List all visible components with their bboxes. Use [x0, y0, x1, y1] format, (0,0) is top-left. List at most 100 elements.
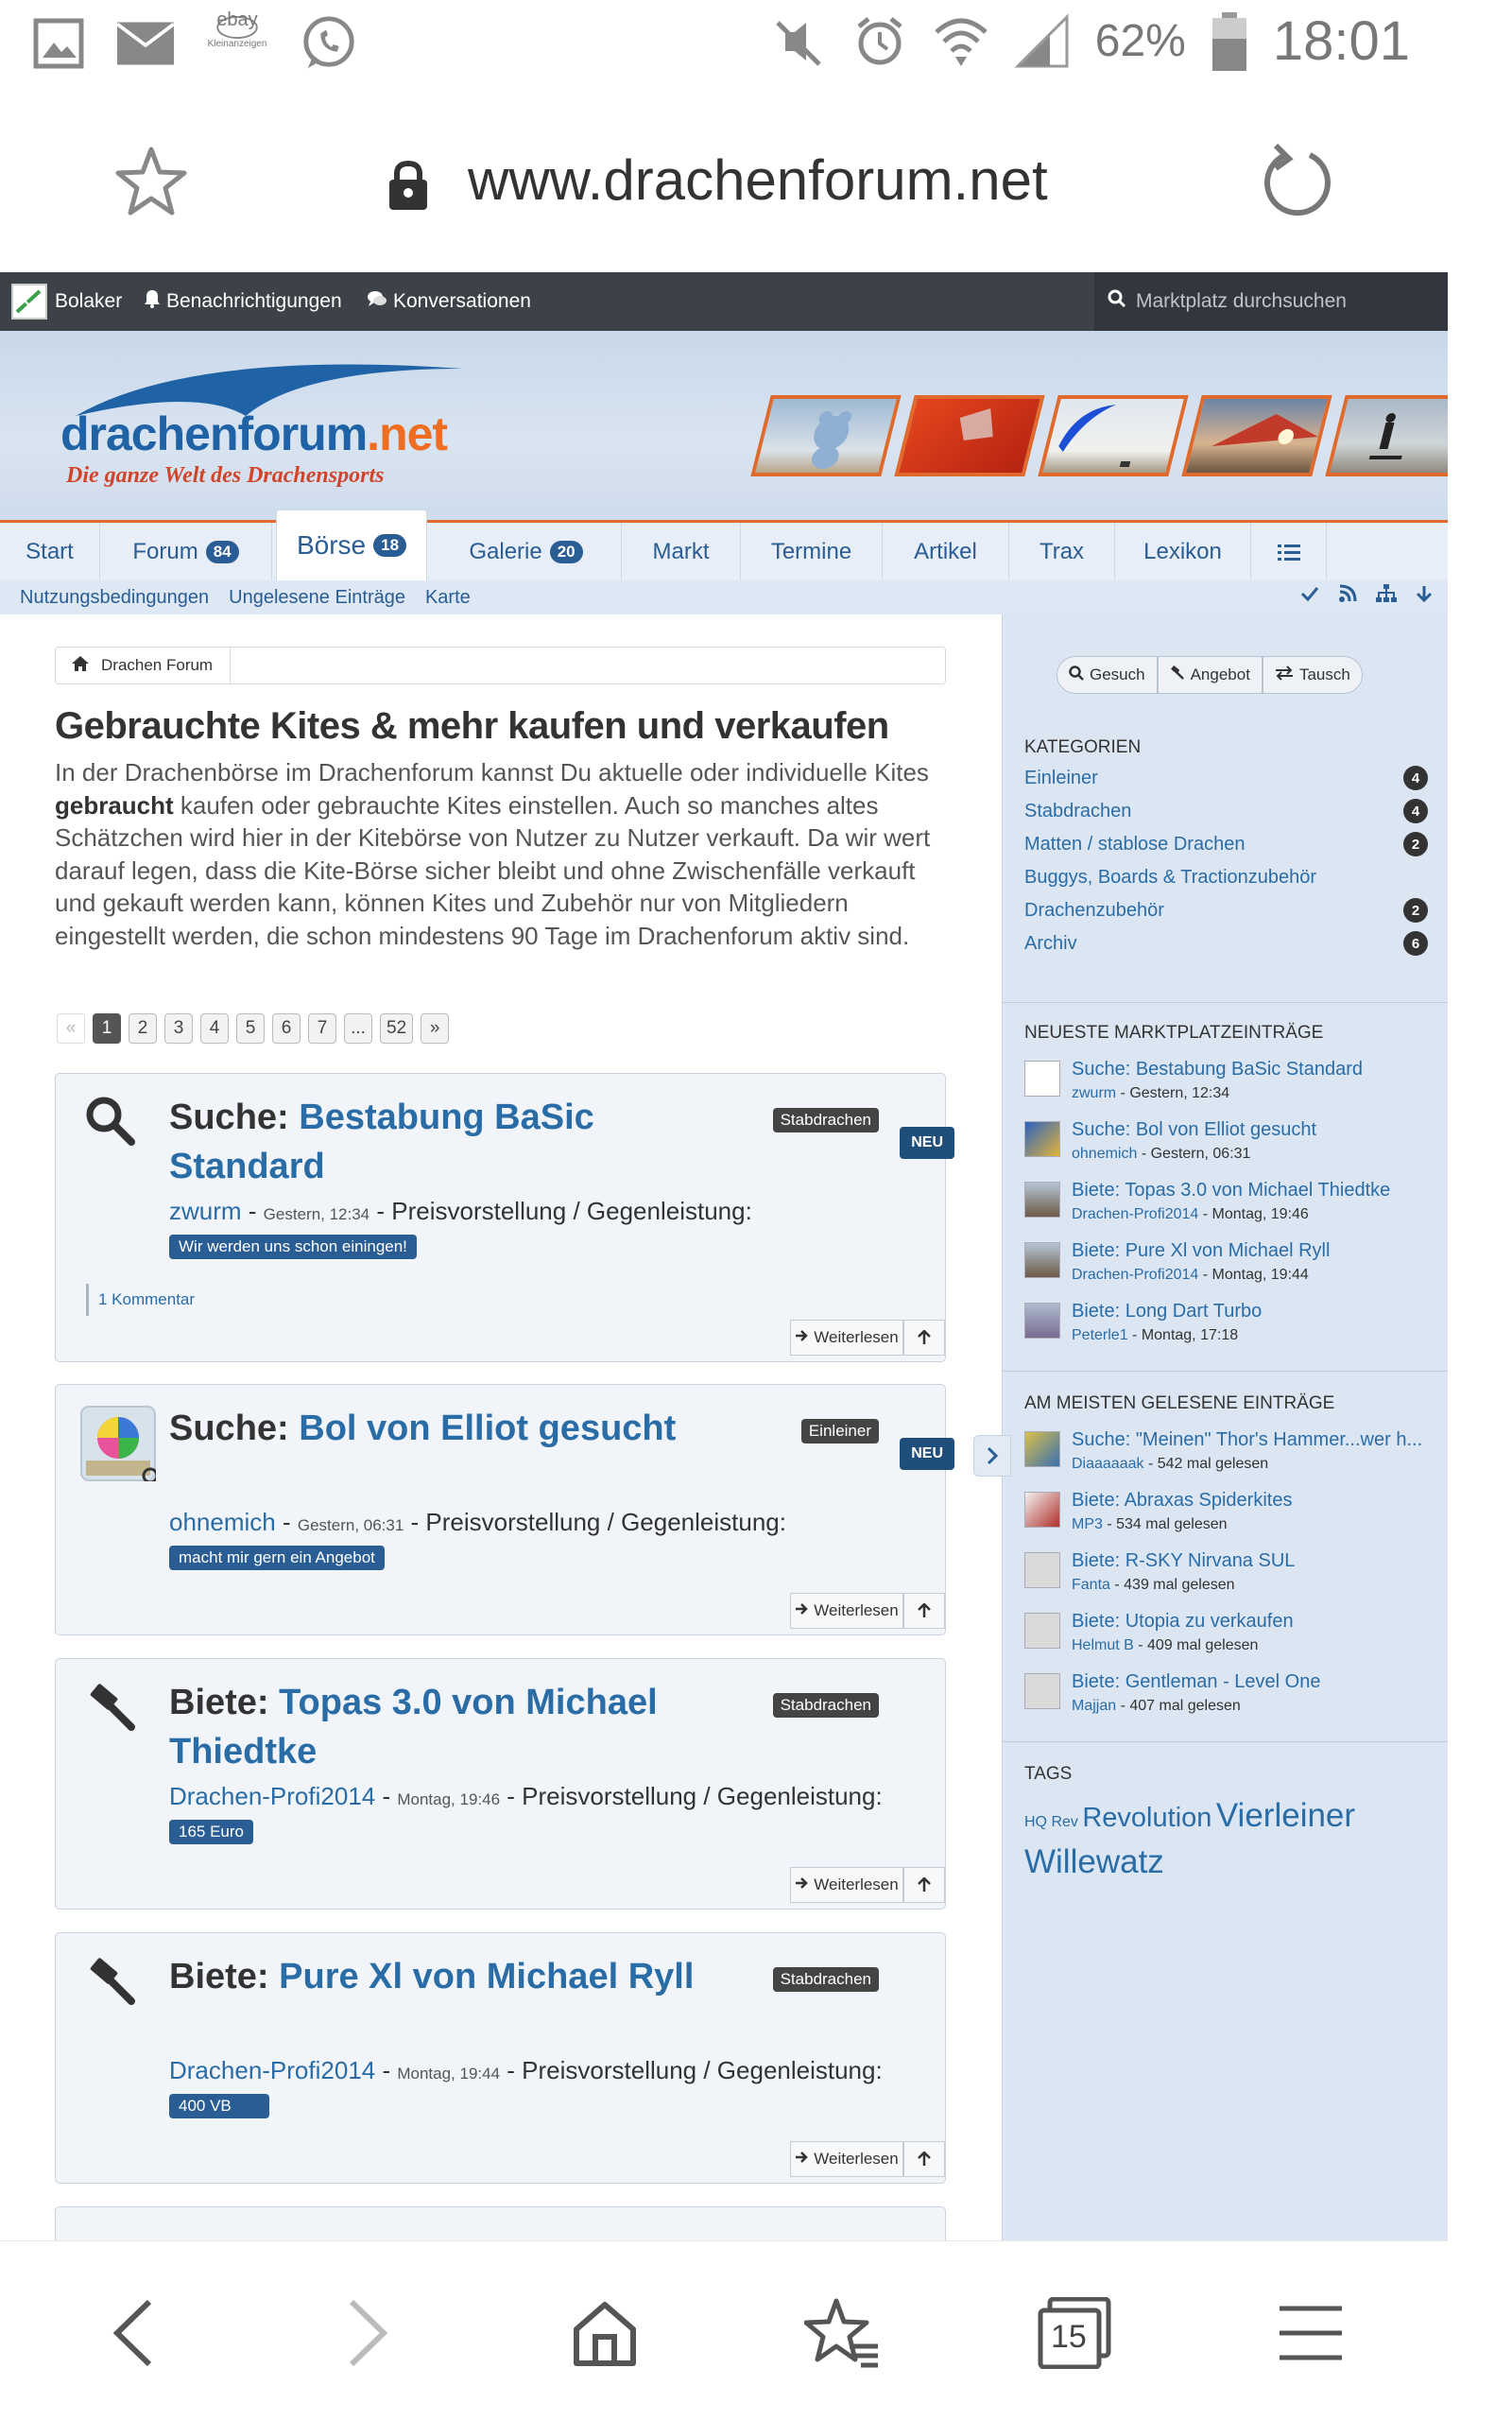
pager-page[interactable]: 5 — [236, 1013, 265, 1044]
filter-angebot-button[interactable]: Angebot — [1157, 656, 1263, 694]
bookmarks-star-icon[interactable] — [799, 2290, 885, 2376]
most-read-entry[interactable]: Biete: Utopia zu verkaufen Helmut B - 40… — [1024, 1611, 1440, 1671]
most-read-entry[interactable]: Suche: "Meinen" Thor's Hammer...wer h...… — [1024, 1429, 1440, 1490]
scroll-up-button[interactable] — [903, 1320, 945, 1356]
pager-page[interactable]: 7 — [308, 1013, 336, 1044]
tag-link[interactable]: Rev — [1051, 1814, 1077, 1830]
tab-boerse[interactable]: Börse 18 — [276, 510, 427, 580]
pager-page[interactable]: 3 — [164, 1013, 193, 1044]
most-read-entry[interactable]: Biete: R-SKY Nirvana SUL Fanta - 439 mal… — [1024, 1550, 1440, 1611]
pager-page[interactable]: 2 — [129, 1013, 157, 1044]
newest-entry[interactable]: Biete: Topas 3.0 von Michael Thiedtke Dr… — [1024, 1180, 1440, 1240]
listing-link[interactable]: Bol von Elliot gesucht — [299, 1409, 676, 1448]
filter-gesuch-button[interactable]: Gesuch — [1057, 656, 1158, 694]
pager-page[interactable]: 4 — [200, 1013, 229, 1044]
breadcrumb-home[interactable]: Drachen Forum — [71, 647, 232, 684]
tab-markt[interactable]: Markt — [622, 523, 741, 580]
home-icon[interactable] — [562, 2290, 647, 2376]
mail-icon — [117, 15, 174, 72]
tab-count: 15 — [1051, 2319, 1087, 2355]
tab-badge: 18 — [373, 534, 407, 557]
menu-icon[interactable] — [1268, 2290, 1353, 2376]
chat-icon — [367, 290, 387, 313]
clock: 18:01 — [1272, 10, 1410, 72]
scroll-down-icon[interactable] — [1416, 584, 1433, 609]
avatar — [11, 284, 47, 320]
sitemap-icon[interactable] — [1376, 584, 1397, 609]
arrow-right-icon — [795, 1601, 809, 1620]
scroll-up-button[interactable] — [903, 1593, 945, 1629]
read-more-button[interactable]: Weiterlesen — [790, 1593, 903, 1629]
tab-trax[interactable]: Trax — [1009, 523, 1115, 580]
header-photo-sunset-kite — [1181, 395, 1332, 476]
sub-nav: Nutzungsbedingungen Ungelesene Einträge … — [0, 580, 1448, 614]
read-more-button[interactable]: Weiterlesen — [790, 1867, 903, 1903]
subnav-map[interactable]: Karte — [425, 587, 471, 609]
listing-user[interactable]: ohnemich — [169, 1508, 276, 1536]
pager-page[interactable]: 6 — [272, 1013, 301, 1044]
arrow-right-icon — [795, 1328, 809, 1347]
newest-entry[interactable]: Biete: Pure Xl von Michael Ryll Drachen-… — [1024, 1240, 1440, 1301]
mark-read-icon[interactable] — [1300, 584, 1319, 609]
market-search-input[interactable]: Marktplatz durchsuchen — [1094, 272, 1448, 331]
tab-badge: 20 — [549, 540, 583, 563]
category-item[interactable]: Matten / stablose Drachen 2 — [1024, 828, 1428, 860]
forward-icon[interactable] — [325, 2290, 410, 2376]
comment-count[interactable]: 1 Kommentar — [86, 1284, 398, 1316]
listing-user[interactable]: zwurm — [169, 1197, 242, 1225]
scroll-up-button[interactable] — [903, 2141, 945, 2177]
pager-page[interactable]: 52 — [380, 1013, 414, 1044]
tag-link[interactable]: Vierleiner — [1216, 1797, 1355, 1834]
tag-link[interactable]: Revolution — [1082, 1803, 1211, 1833]
sidebar-toggle-chevron-icon[interactable] — [973, 1435, 1011, 1477]
listing-link[interactable]: Pure Xl von Michael Ryll — [279, 1957, 694, 1996]
listing-user[interactable]: Drachen-Profi2014 — [169, 1782, 375, 1810]
tab-forum[interactable]: Forum 84 — [100, 523, 272, 580]
newest-entry[interactable]: Biete: Long Dart Turbo Peterle1 - Montag… — [1024, 1301, 1440, 1361]
more-menu-icon[interactable] — [1251, 523, 1327, 580]
entry-thumbnail — [1024, 1552, 1060, 1588]
subnav-terms[interactable]: Nutzungsbedingungen — [20, 587, 209, 609]
pager-ellipsis[interactable]: ... — [344, 1013, 372, 1044]
tab-start[interactable]: Start — [0, 523, 100, 580]
site-logo[interactable]: drachenforum.net — [60, 406, 448, 461]
pager-next[interactable]: » — [421, 1013, 450, 1044]
read-more-button[interactable]: Weiterlesen — [790, 2141, 903, 2177]
tab-termine[interactable]: Termine — [741, 523, 883, 580]
tag-link[interactable]: Willewatz — [1024, 1843, 1164, 1880]
most-read-entry[interactable]: Biete: Abraxas Spiderkites MP3 - 534 mal… — [1024, 1490, 1440, 1550]
category-item[interactable]: Stabdrachen 4 — [1024, 795, 1428, 827]
notifications-link[interactable]: Benachrichtigungen — [144, 272, 342, 331]
scroll-up-button[interactable] — [903, 1867, 945, 1903]
pager-prev[interactable]: « — [57, 1013, 85, 1044]
logo-tagline: Die ganze Welt des Drachensports — [66, 463, 385, 488]
category-item[interactable]: Buggys, Boards & Tractionzubehör — [1024, 861, 1428, 893]
pager-page[interactable]: 1 — [93, 1013, 121, 1044]
subnav-unread[interactable]: Ungelesene Einträge — [229, 587, 405, 609]
reload-icon[interactable] — [1257, 143, 1336, 228]
back-icon[interactable] — [91, 2290, 176, 2376]
tab-lexikon[interactable]: Lexikon — [1115, 523, 1251, 580]
url-text[interactable]: www.drachenforum.net — [468, 147, 1048, 213]
conversations-link[interactable]: Konversationen — [367, 272, 531, 331]
most-read-entry[interactable]: Biete: Gentleman - Level One Majjan - 40… — [1024, 1671, 1440, 1732]
tab-artikel[interactable]: Artikel — [883, 523, 1009, 580]
bookmark-star-icon[interactable] — [113, 144, 189, 224]
listing-user[interactable]: Drachen-Profi2014 — [169, 2056, 375, 2084]
newest-entry[interactable]: Suche: Bol von Elliot gesucht ohnemich -… — [1024, 1119, 1440, 1180]
tag-link[interactable]: HQ — [1024, 1814, 1047, 1830]
category-item[interactable]: Einleiner 4 — [1024, 762, 1428, 794]
category-item[interactable]: Archiv 6 — [1024, 927, 1428, 959]
tag-cloud: HQ Rev Revolution Vierleiner Willewatz — [1024, 1796, 1431, 1889]
read-more-button[interactable]: Weiterlesen — [790, 1320, 903, 1356]
rss-icon[interactable] — [1338, 584, 1357, 609]
gavel-icon — [84, 1680, 137, 1737]
user-menu[interactable]: Bolaker — [11, 272, 122, 331]
category-badge: Stabdrachen — [772, 1967, 879, 1992]
divider — [1003, 1002, 1448, 1003]
newest-entry[interactable]: Suche: Bestabung BaSic Standard zwurm - … — [1024, 1059, 1440, 1119]
tab-galerie[interactable]: Galerie 20 — [431, 523, 622, 580]
filter-tausch-button[interactable]: Tausch — [1262, 656, 1363, 694]
tabs-icon[interactable]: 15 — [1032, 2290, 1117, 2376]
category-item[interactable]: Drachenzubehör 2 — [1024, 894, 1428, 926]
